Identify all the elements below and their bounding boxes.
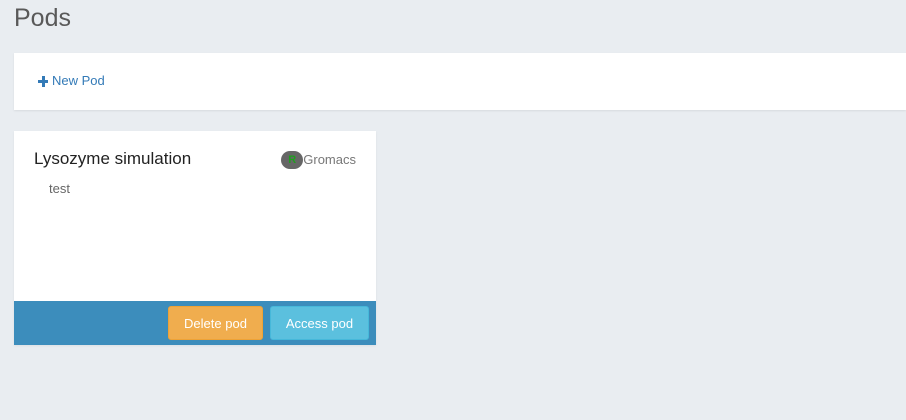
page-title: Pods [14, 4, 71, 32]
toolbar: New Pod [14, 53, 906, 110]
app-tag: R Gromacs [281, 151, 356, 169]
new-pod-link[interactable]: New Pod [38, 73, 105, 89]
pod-card: Lysozyme simulation R Gromacs test Delet… [14, 131, 376, 345]
access-pod-button[interactable]: Access pod [270, 306, 369, 340]
pod-description: test [49, 181, 70, 196]
plus-icon [38, 76, 48, 87]
delete-pod-button[interactable]: Delete pod [168, 306, 263, 340]
app-badge-icon: R [281, 151, 304, 169]
app-label: Gromacs [303, 152, 356, 167]
pod-name: Lysozyme simulation [34, 149, 192, 168]
card-footer: Delete pod Access pod [14, 301, 376, 345]
new-pod-label: New Pod [52, 73, 105, 88]
